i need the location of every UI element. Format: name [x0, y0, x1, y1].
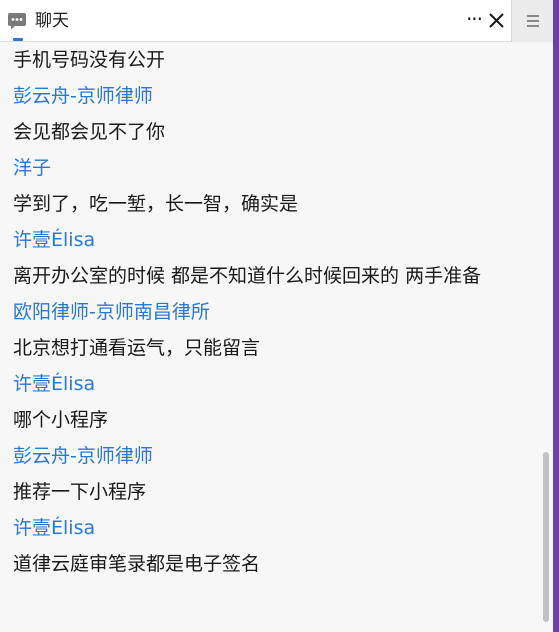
window-frame-edge — [553, 0, 559, 632]
more-options-icon[interactable]: ··· — [462, 8, 486, 34]
hamburger-menu-icon[interactable] — [511, 0, 553, 42]
chat-bubble-icon — [8, 13, 26, 30]
chat-window: 聊天 ··· 手机号码没有公开 彭云舟-京师律师 会见都会见不了你 洋子 学到了… — [0, 0, 559, 632]
title-bar: 聊天 ··· — [0, 0, 553, 42]
message-content: 哪个小程序 — [13, 409, 109, 431]
message-content: 手机号码没有公开 — [13, 49, 166, 71]
message-content: 推荐一下小程序 — [13, 481, 147, 503]
message-content: 会见都会见不了你 — [13, 121, 166, 143]
close-icon[interactable] — [486, 8, 508, 34]
message-sender[interactable]: 许壹Élisa — [13, 510, 538, 546]
message-list: 手机号码没有公开 彭云舟-京师律师 会见都会见不了你 洋子 学到了，吃一堑，长一… — [13, 42, 538, 582]
message-sender[interactable]: 彭云舟-京师律师 — [13, 438, 538, 474]
scrollbar-thumb[interactable] — [543, 452, 549, 622]
message-sender[interactable]: 许壹Élisa — [13, 222, 538, 258]
message-sender[interactable]: 许壹Élisa — [13, 366, 538, 402]
message-sender[interactable]: 彭云舟-京师律师 — [13, 78, 538, 114]
message-content: 离开办公室的时候 都是不知道什么时候回来的 两手准备 — [13, 265, 482, 287]
message-content: 北京想打通看运气，只能留言 — [13, 337, 261, 359]
message-sender[interactable]: 洋子 — [13, 150, 538, 186]
message-sender[interactable]: 欧阳律师-京师南昌律所 — [13, 294, 538, 330]
window-title: 聊天 — [35, 11, 69, 31]
message-content: 学到了，吃一堑，长一智，确实是 — [13, 193, 299, 215]
message-content: 道律云庭审笔录都是电子签名 — [13, 553, 261, 575]
